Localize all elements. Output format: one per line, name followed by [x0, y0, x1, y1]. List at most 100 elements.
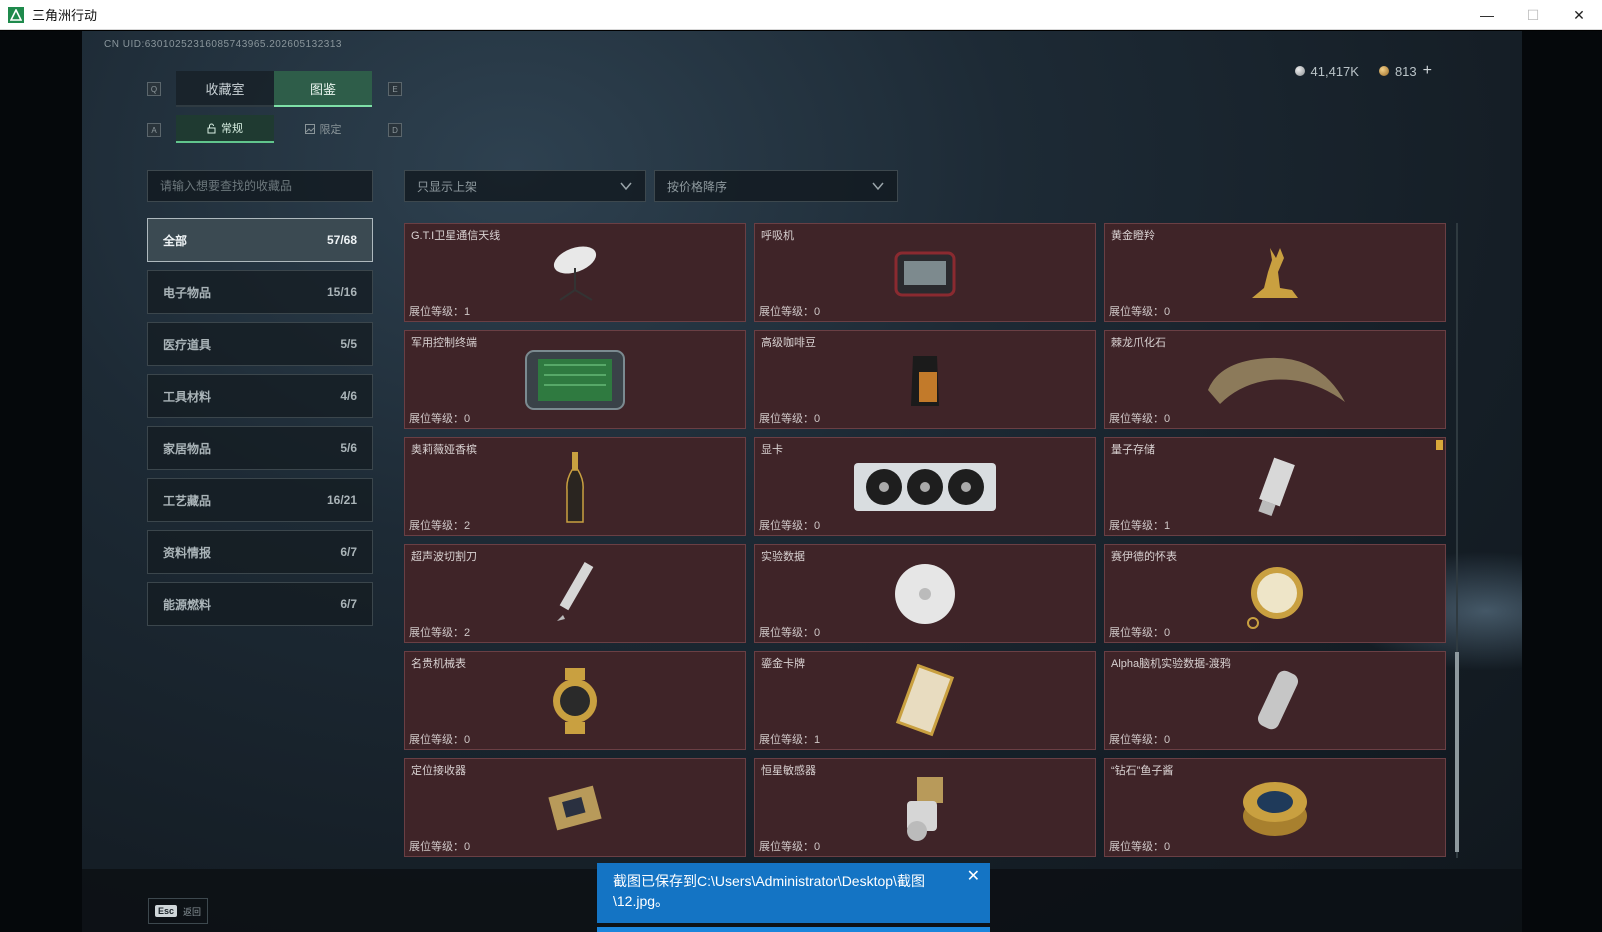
- tab-catalog[interactable]: 图鉴: [274, 71, 372, 107]
- category-electronics[interactable]: 电子物品 15/16: [147, 270, 373, 314]
- category-count: 6/7: [340, 545, 357, 559]
- item-card[interactable]: 黄金瞪羚 展位等级：0: [1104, 223, 1446, 322]
- subtab-regular[interactable]: 常规: [176, 115, 274, 143]
- chevron-down-icon: [872, 182, 884, 191]
- item-card[interactable]: Alpha脑机实验数据-渡鸦 展位等级：0: [1104, 651, 1446, 750]
- item-card[interactable]: 高级咖啡豆 展位等级：0: [754, 330, 1096, 429]
- category-count: 15/16: [326, 285, 357, 299]
- close-window-button[interactable]: ✕: [1556, 0, 1602, 30]
- item-card[interactable]: 超声波切割刀 展位等级：2: [404, 544, 746, 643]
- item-card[interactable]: 显卡 展位等级：0: [754, 437, 1096, 536]
- pocket-watch-icon: [1247, 566, 1303, 629]
- category-crafts[interactable]: 工艺藏品 16/21: [147, 478, 373, 522]
- item-name: 高级咖啡豆: [761, 337, 816, 349]
- category-label: 资料情报: [163, 545, 212, 560]
- chevron-down-icon: [620, 182, 632, 191]
- item-card[interactable]: 棘龙爪化石 展位等级：0: [1104, 330, 1446, 429]
- item-name: 呼吸机: [761, 230, 794, 242]
- category-count: 6/7: [340, 597, 357, 611]
- golden-gazelle-icon: [1252, 247, 1298, 298]
- category-home[interactable]: 家居物品 5/6: [147, 426, 373, 470]
- gold-coin-icon: [1378, 66, 1389, 76]
- shelf-filter-dropdown[interactable]: 只显示上架: [404, 170, 646, 202]
- subtab-limited[interactable]: 限定: [274, 115, 372, 143]
- toast-progress-bar: [597, 927, 990, 932]
- item-level: 展位等级：0: [759, 520, 821, 532]
- item-name: 实验数据: [761, 551, 805, 563]
- item-card[interactable]: 呼吸机 展位等级：0: [754, 223, 1096, 322]
- category-all[interactable]: 全部 57/68: [147, 218, 373, 262]
- graphics-card-icon: [854, 462, 996, 511]
- back-button[interactable]: Esc 返回: [148, 898, 209, 924]
- item-card[interactable]: 名贵机械表 展位等级：0: [404, 651, 746, 750]
- silver-amount: 41,417K: [1310, 63, 1359, 79]
- usb-drive-icon: [1258, 457, 1295, 516]
- item-level: 展位等级：0: [759, 306, 821, 318]
- ultrasonic-cutter-icon: [557, 561, 594, 621]
- image-icon: [304, 124, 315, 134]
- item-card[interactable]: 鎏金卡牌 展位等级：1: [754, 651, 1096, 750]
- sort-dropdown[interactable]: 按价格降序: [654, 170, 898, 202]
- gold-currency: 813 +: [1378, 62, 1432, 80]
- item-card[interactable]: “钻石”鱼子酱 展位等级：0: [1104, 758, 1446, 857]
- item-level: 展位等级：0: [1109, 734, 1171, 746]
- item-card[interactable]: 实验数据 展位等级：0: [754, 544, 1096, 643]
- maximize-button[interactable]: ☐: [1510, 0, 1556, 30]
- silver-currency: 41,417K: [1294, 63, 1359, 79]
- star-sensor-icon: [907, 776, 943, 841]
- category-tools[interactable]: 工具材料 4/6: [147, 374, 373, 418]
- item-level: 展位等级：0: [1109, 627, 1171, 639]
- item-card[interactable]: 定位接收器 展位等级：0: [404, 758, 746, 857]
- item-card[interactable]: 恒星敏感器 展位等级：0: [754, 758, 1096, 857]
- back-label: 返回: [183, 906, 202, 917]
- scrollbar-thumb[interactable]: [1455, 652, 1459, 852]
- tab-collection-room[interactable]: 收藏室: [176, 71, 274, 107]
- item-card[interactable]: 量子存储 展位等级：1: [1104, 437, 1446, 536]
- item-name: 恒星敏感器: [761, 765, 816, 777]
- lock-open-icon: [207, 123, 216, 133]
- key-hint-d: D: [388, 123, 402, 137]
- search-input[interactable]: [160, 179, 360, 193]
- window-titlebar: 三角洲行动 — ☐ ✕: [0, 0, 1602, 30]
- minimize-button[interactable]: —: [1464, 0, 1510, 30]
- category-label: 电子物品: [163, 285, 212, 300]
- category-label: 工具材料: [163, 389, 212, 404]
- item-level: 展位等级：0: [409, 841, 471, 853]
- item-level: 展位等级：2: [409, 520, 471, 532]
- item-card[interactable]: 奥莉薇娅香槟 展位等级：2: [404, 437, 746, 536]
- coffee-bag-icon: [911, 355, 939, 406]
- item-grid: G.T.I卫星通信天线 展位等级：1 呼吸机 展位等级：0 黄金瞪羚 展位等级：…: [404, 223, 1452, 857]
- shelf-filter-value: 只显示上架: [417, 179, 478, 194]
- satellite-dish-icon: [553, 245, 597, 301]
- item-level: 展位等级：1: [409, 306, 471, 318]
- item-card[interactable]: G.T.I卫星通信天线 展位等级：1: [404, 223, 746, 322]
- item-level: 展位等级：0: [759, 627, 821, 639]
- item-name: 军用控制终端: [411, 337, 477, 349]
- esc-key-label: Esc: [155, 905, 178, 917]
- category-count: 16/21: [326, 493, 357, 507]
- item-card[interactable]: 军用控制终端 展位等级：0: [404, 330, 746, 429]
- item-name: 定位接收器: [411, 765, 466, 777]
- item-level: 展位等级：1: [759, 734, 821, 746]
- item-name: 名贵机械表: [411, 658, 466, 670]
- category-energy[interactable]: 能源燃料 6/7: [147, 582, 373, 626]
- category-label: 工艺藏品: [163, 493, 212, 508]
- window-title: 三角洲行动: [32, 8, 98, 23]
- screenshot-toast: 截图已保存到C:\Users\Administrator\Desktop\截图\…: [597, 863, 990, 923]
- item-name: 量子存储: [1111, 444, 1155, 456]
- gold-amount: 813: [1394, 63, 1417, 79]
- add-currency-button[interactable]: +: [1423, 62, 1432, 80]
- currency-bar: 41,417K 813 +: [1294, 62, 1432, 80]
- category-count: 5/6: [340, 441, 357, 455]
- category-intel[interactable]: 资料情报 6/7: [147, 530, 373, 574]
- caviar-tin-icon: [1243, 781, 1307, 836]
- item-card[interactable]: 赛伊德的怀表 展位等级：0: [1104, 544, 1446, 643]
- control-terminal-icon: [525, 349, 625, 410]
- toast-close-button[interactable]: ✕: [967, 867, 980, 887]
- category-label: 全部: [163, 233, 188, 248]
- category-label: 家居物品: [163, 441, 212, 456]
- category-medical[interactable]: 医疗道具 5/5: [147, 322, 373, 366]
- item-level: 展位等级：0: [1109, 306, 1171, 318]
- item-name: 奥莉薇娅香槟: [411, 444, 477, 456]
- user-uid: CN UID:63010252316085743965.202605132313: [104, 39, 342, 50]
